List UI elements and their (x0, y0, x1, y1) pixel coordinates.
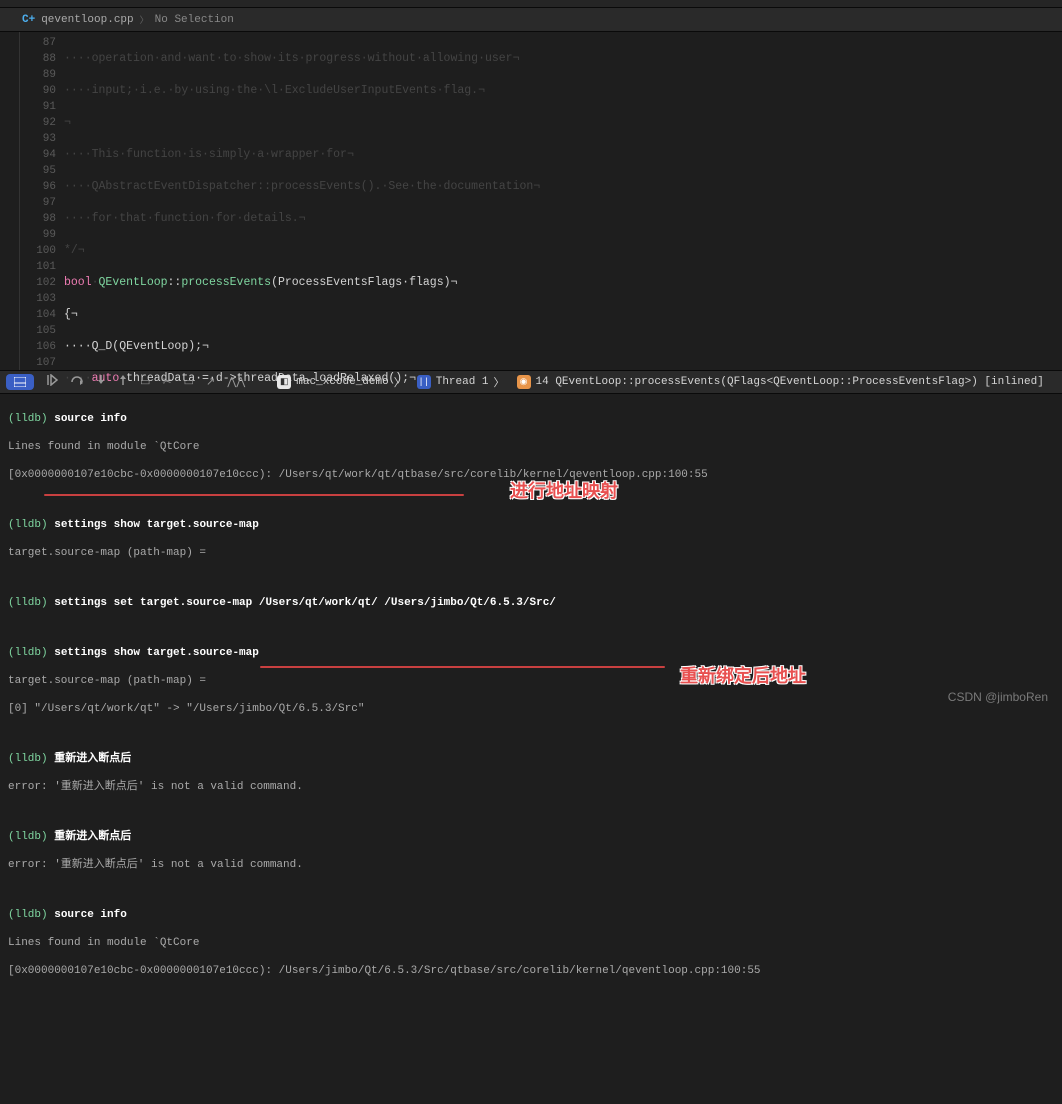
debug-icon-5[interactable]: ⋀⋀ (227, 375, 245, 389)
code-area[interactable]: ····operation·and·want·to·show·its·progr… (64, 32, 1062, 370)
cpp-file-icon: C+ (22, 14, 35, 26)
step-into-button[interactable] (96, 374, 106, 390)
app-icon: ◧ (277, 375, 291, 389)
step-out-button[interactable] (118, 374, 128, 390)
debug-icon-2[interactable]: ✂ (162, 375, 171, 389)
chevron-right-icon: 〉 (140, 13, 149, 26)
annotation-text-1: 进行地址映射 (510, 484, 618, 498)
breadcrumb[interactable]: C+ qeventloop.cpp 〉 No Selection (0, 8, 1062, 32)
underline-annotation-1 (44, 494, 464, 496)
chevron-right-icon: 〉 (494, 374, 505, 390)
breadcrumb-selection: No Selection (155, 14, 234, 26)
frame-icon: ◉ (517, 375, 531, 389)
chevron-right-icon: 〉 (394, 374, 405, 390)
frame-button[interactable]: ◉ 14 QEventLoop::processEvents(QFlags<QE… (517, 375, 1044, 389)
debug-icon-4[interactable]: ↗ (206, 375, 215, 389)
target-button[interactable]: ◧ mac_xcode_demo 〉 (277, 374, 404, 390)
breadcrumb-file[interactable]: qeventloop.cpp (41, 14, 133, 26)
tab-bar (0, 0, 1062, 8)
underline-annotation-2 (260, 666, 665, 668)
continue-button[interactable] (46, 374, 58, 390)
line-numbers: 8788899091929394959697989910010110210310… (20, 32, 64, 370)
step-over-button[interactable] (70, 374, 84, 390)
thread-icon: || (417, 375, 431, 389)
thread-button[interactable]: || Thread 1 〉 (417, 374, 505, 390)
debug-icon-3[interactable]: ▭ (184, 375, 194, 389)
debug-icon-1[interactable]: ▭ (140, 375, 150, 389)
lldb-console[interactable]: (lldb) source info Lines found in module… (0, 394, 1062, 714)
code-editor[interactable]: 8788899091929394959697989910010110210310… (0, 32, 1062, 370)
annotation-text-2: 重新绑定后地址 (680, 669, 806, 683)
console-toggle[interactable] (6, 374, 34, 390)
fold-gutter[interactable] (0, 32, 20, 370)
watermark: CSDN @jimboRen (948, 690, 1048, 704)
